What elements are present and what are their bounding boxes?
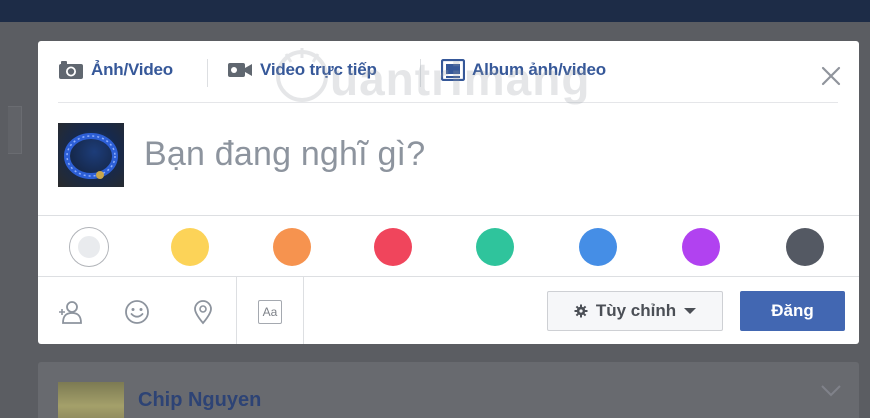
color-swatch-gray[interactable] [786,228,824,266]
tab-album[interactable]: Album ảnh/video [441,59,606,81]
feed-post: Chip Nguyen [38,362,859,418]
tab-divider [207,59,208,87]
color-swatch-purple[interactable] [682,228,720,266]
text-format-button[interactable]: Aa [258,300,282,324]
background-panel-edge [8,106,22,154]
color-swatch-teal[interactable] [476,228,514,266]
chevron-down-icon [684,308,697,314]
composer-tabs: Ảnh/Video Video trực tiếp Album ảnh/vide… [38,41,859,101]
color-swatch-red[interactable] [374,228,412,266]
gear-icon [574,304,588,318]
top-navigation-bar [0,0,870,22]
tab-photo-video[interactable]: Ảnh/Video [58,59,173,81]
post-button[interactable]: Đăng [740,291,845,331]
location-pin-icon[interactable] [190,299,216,325]
tab-photo-video-label: Ảnh/Video [91,60,173,79]
audience-label: Tùy chỉnh [595,301,677,320]
tabs-divider [58,102,838,103]
audience-selector[interactable]: Tùy chỉnh [547,291,723,331]
tab-divider [420,59,421,87]
color-swatch-yellow[interactable] [171,228,209,266]
camera-icon [59,61,83,79]
user-avatar[interactable] [58,123,124,187]
post-text-input[interactable]: Bạn đang nghĩ gì? [144,135,425,174]
tag-friends-icon[interactable] [57,299,83,325]
tab-album-label: Album ảnh/video [472,60,606,79]
tab-live-video[interactable]: Video trực tiếp [227,59,377,81]
close-icon[interactable] [820,65,842,87]
tab-live-video-label: Video trực tiếp [260,60,377,79]
composer-actions: Aa Tùy chỉnh Đăng [38,277,859,344]
chevron-down-icon[interactable] [820,384,842,398]
action-divider [236,277,237,344]
post-author-name[interactable]: Chip Nguyen [138,389,261,412]
color-swatch-none[interactable] [70,228,108,266]
smiley-icon[interactable] [124,299,150,325]
post-author-avatar[interactable] [58,382,124,418]
album-icon [441,59,465,81]
post-composer: Ảnh/Video Video trực tiếp Album ảnh/vide… [38,41,859,344]
color-swatch-blue[interactable] [579,228,617,266]
action-divider [303,277,304,344]
background-color-picker [38,216,859,276]
color-swatch-orange[interactable] [273,228,311,266]
video-camera-icon [228,63,252,77]
